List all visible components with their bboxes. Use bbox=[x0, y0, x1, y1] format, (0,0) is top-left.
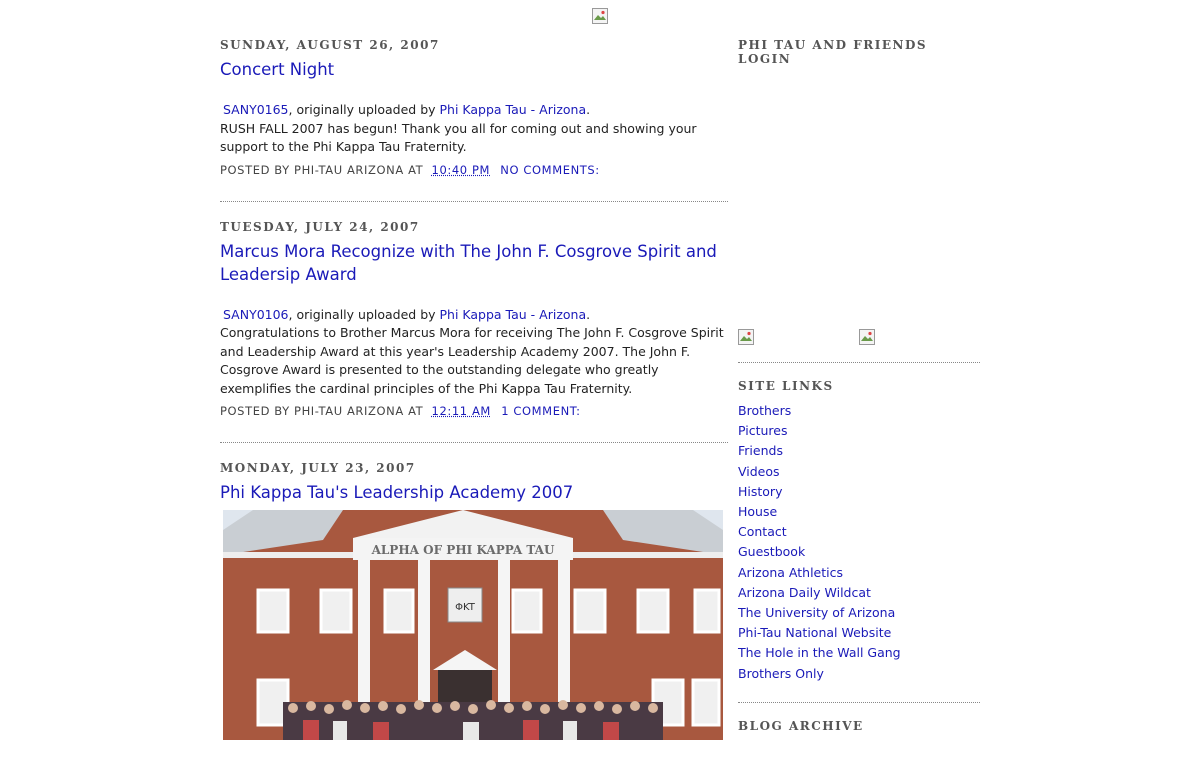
list-item: Brothers bbox=[738, 401, 980, 421]
site-links-list: Brothers Pictures Friends Videos History… bbox=[738, 401, 980, 684]
site-link[interactable]: House bbox=[738, 504, 777, 519]
list-item: The Hole in the Wall Gang bbox=[738, 643, 980, 663]
post-title[interactable]: Concert Night bbox=[220, 58, 728, 81]
list-item: Friends bbox=[738, 441, 980, 461]
list-item: Phi-Tau National Website bbox=[738, 623, 980, 643]
uploaded-text: , originally uploaded by bbox=[288, 306, 440, 322]
comments-link[interactable]: NO COMMENTS: bbox=[500, 163, 600, 177]
list-item: Brothers Only bbox=[738, 664, 980, 684]
post-title-link[interactable]: Phi Kappa Tau's Leadership Academy 2007 bbox=[220, 483, 573, 502]
blog-post: SUNDAY, AUGUST 26, 2007 Concert Night SA… bbox=[220, 38, 728, 202]
login-title: PHI TAU AND FRIENDS LOGIN bbox=[738, 38, 928, 66]
site-link[interactable]: Brothers bbox=[738, 403, 791, 418]
site-link[interactable]: Friends bbox=[738, 443, 783, 458]
uploader-link[interactable]: Phi Kappa Tau - Arizona bbox=[440, 307, 587, 322]
archive-title: BLOG ARCHIVE bbox=[738, 718, 864, 733]
site-links-section: SITE LINKS Brothers Pictures Friends Vid… bbox=[738, 363, 980, 703]
post-date: SUNDAY, AUGUST 26, 2007 bbox=[220, 38, 440, 52]
site-links-title: SITE LINKS bbox=[738, 379, 834, 393]
blog-post: MONDAY, JULY 23, 2007 Phi Kappa Tau's Le… bbox=[220, 461, 728, 764]
list-item: Pictures bbox=[738, 421, 980, 441]
site-link[interactable]: Videos bbox=[738, 464, 780, 479]
site-link[interactable]: Guestbook bbox=[738, 544, 805, 559]
site-link[interactable]: Brothers Only bbox=[738, 666, 824, 681]
login-image-icon bbox=[859, 329, 875, 345]
uploaded-text: , originally uploaded by bbox=[288, 102, 440, 117]
main-column: SUNDAY, AUGUST 26, 2007 Concert Night SA… bbox=[220, 38, 728, 782]
banner-image-icon bbox=[592, 8, 608, 24]
post-footer: POSTED BY PHI-TAU ARIZONA AT 10:40 PM NO… bbox=[220, 163, 728, 177]
uploader-link[interactable]: Phi Kappa Tau - Arizona bbox=[440, 102, 587, 117]
site-link[interactable]: The Hole in the Wall Gang bbox=[738, 645, 901, 660]
sidebar: PHI TAU AND FRIENDS LOGIN SITE LINKS Bro… bbox=[738, 38, 980, 741]
post-text: Congratulations to Brother Marcus Mora f… bbox=[220, 325, 724, 396]
login-section: PHI TAU AND FRIENDS LOGIN bbox=[738, 38, 980, 363]
post-title-link[interactable]: Marcus Mora Recognize with The John F. C… bbox=[220, 242, 717, 284]
site-link[interactable]: Arizona Daily Wildcat bbox=[738, 585, 871, 600]
list-item: Contact bbox=[738, 522, 980, 542]
list-item: House bbox=[738, 502, 980, 522]
group-photo[interactable]: ALPHA OF PHI KAPPA TAU ΦKT bbox=[223, 510, 723, 740]
post-date: MONDAY, JULY 23, 2007 bbox=[220, 461, 416, 475]
list-item: Videos bbox=[738, 462, 980, 482]
post-time-link[interactable]: 10:40 PM bbox=[432, 163, 490, 177]
list-item: The University of Arizona bbox=[738, 603, 980, 623]
comments-link[interactable]: 1 COMMENT: bbox=[501, 404, 580, 418]
photo-link[interactable]: SANY0106 bbox=[223, 307, 289, 322]
post-footer: POSTED BY PHI-TAU ARIZONA AT 12:11 AM 1 … bbox=[220, 404, 728, 418]
site-link[interactable]: Phi-Tau National Website bbox=[738, 625, 891, 640]
building-caption: ALPHA OF PHI KAPPA TAU bbox=[371, 543, 555, 557]
post-date: TUESDAY, JULY 24, 2007 bbox=[220, 219, 420, 234]
list-item: History bbox=[738, 482, 980, 502]
list-item: Arizona Daily Wildcat bbox=[738, 583, 980, 603]
posted-by: POSTED BY PHI-TAU ARIZONA AT bbox=[220, 404, 424, 418]
blog-post: TUESDAY, JULY 24, 2007 Marcus Mora Recog… bbox=[220, 219, 728, 443]
post-body: SANY0106, originally uploaded by Phi Kap… bbox=[220, 306, 728, 399]
letters-sign: ΦKT bbox=[455, 602, 476, 613]
post-title[interactable]: Marcus Mora Recognize with The John F. C… bbox=[220, 240, 728, 286]
site-link[interactable]: Arizona Athletics bbox=[738, 565, 843, 580]
site-link[interactable]: The University of Arizona bbox=[738, 605, 895, 620]
post-time-link[interactable]: 12:11 AM bbox=[432, 404, 491, 418]
list-item: Guestbook bbox=[738, 542, 980, 562]
site-link[interactable]: Contact bbox=[738, 524, 787, 539]
post-body: SANY0165, originally uploaded by Phi Kap… bbox=[220, 101, 728, 157]
posted-by: POSTED BY PHI-TAU ARIZONA AT bbox=[220, 162, 424, 177]
photo-link[interactable]: SANY0165 bbox=[223, 102, 289, 117]
site-link[interactable]: Pictures bbox=[738, 423, 788, 438]
archive-section: BLOG ARCHIVE bbox=[738, 703, 980, 733]
site-link[interactable]: History bbox=[738, 484, 782, 499]
period: . bbox=[586, 102, 591, 117]
post-title-link[interactable]: Concert Night bbox=[220, 60, 334, 79]
list-item: Arizona Athletics bbox=[738, 563, 980, 583]
period: . bbox=[586, 306, 591, 322]
post-text: RUSH FALL 2007 has begun! Thank you all … bbox=[220, 120, 697, 155]
login-image-icon bbox=[738, 329, 754, 345]
post-title[interactable]: Phi Kappa Tau's Leadership Academy 2007 bbox=[220, 481, 728, 504]
